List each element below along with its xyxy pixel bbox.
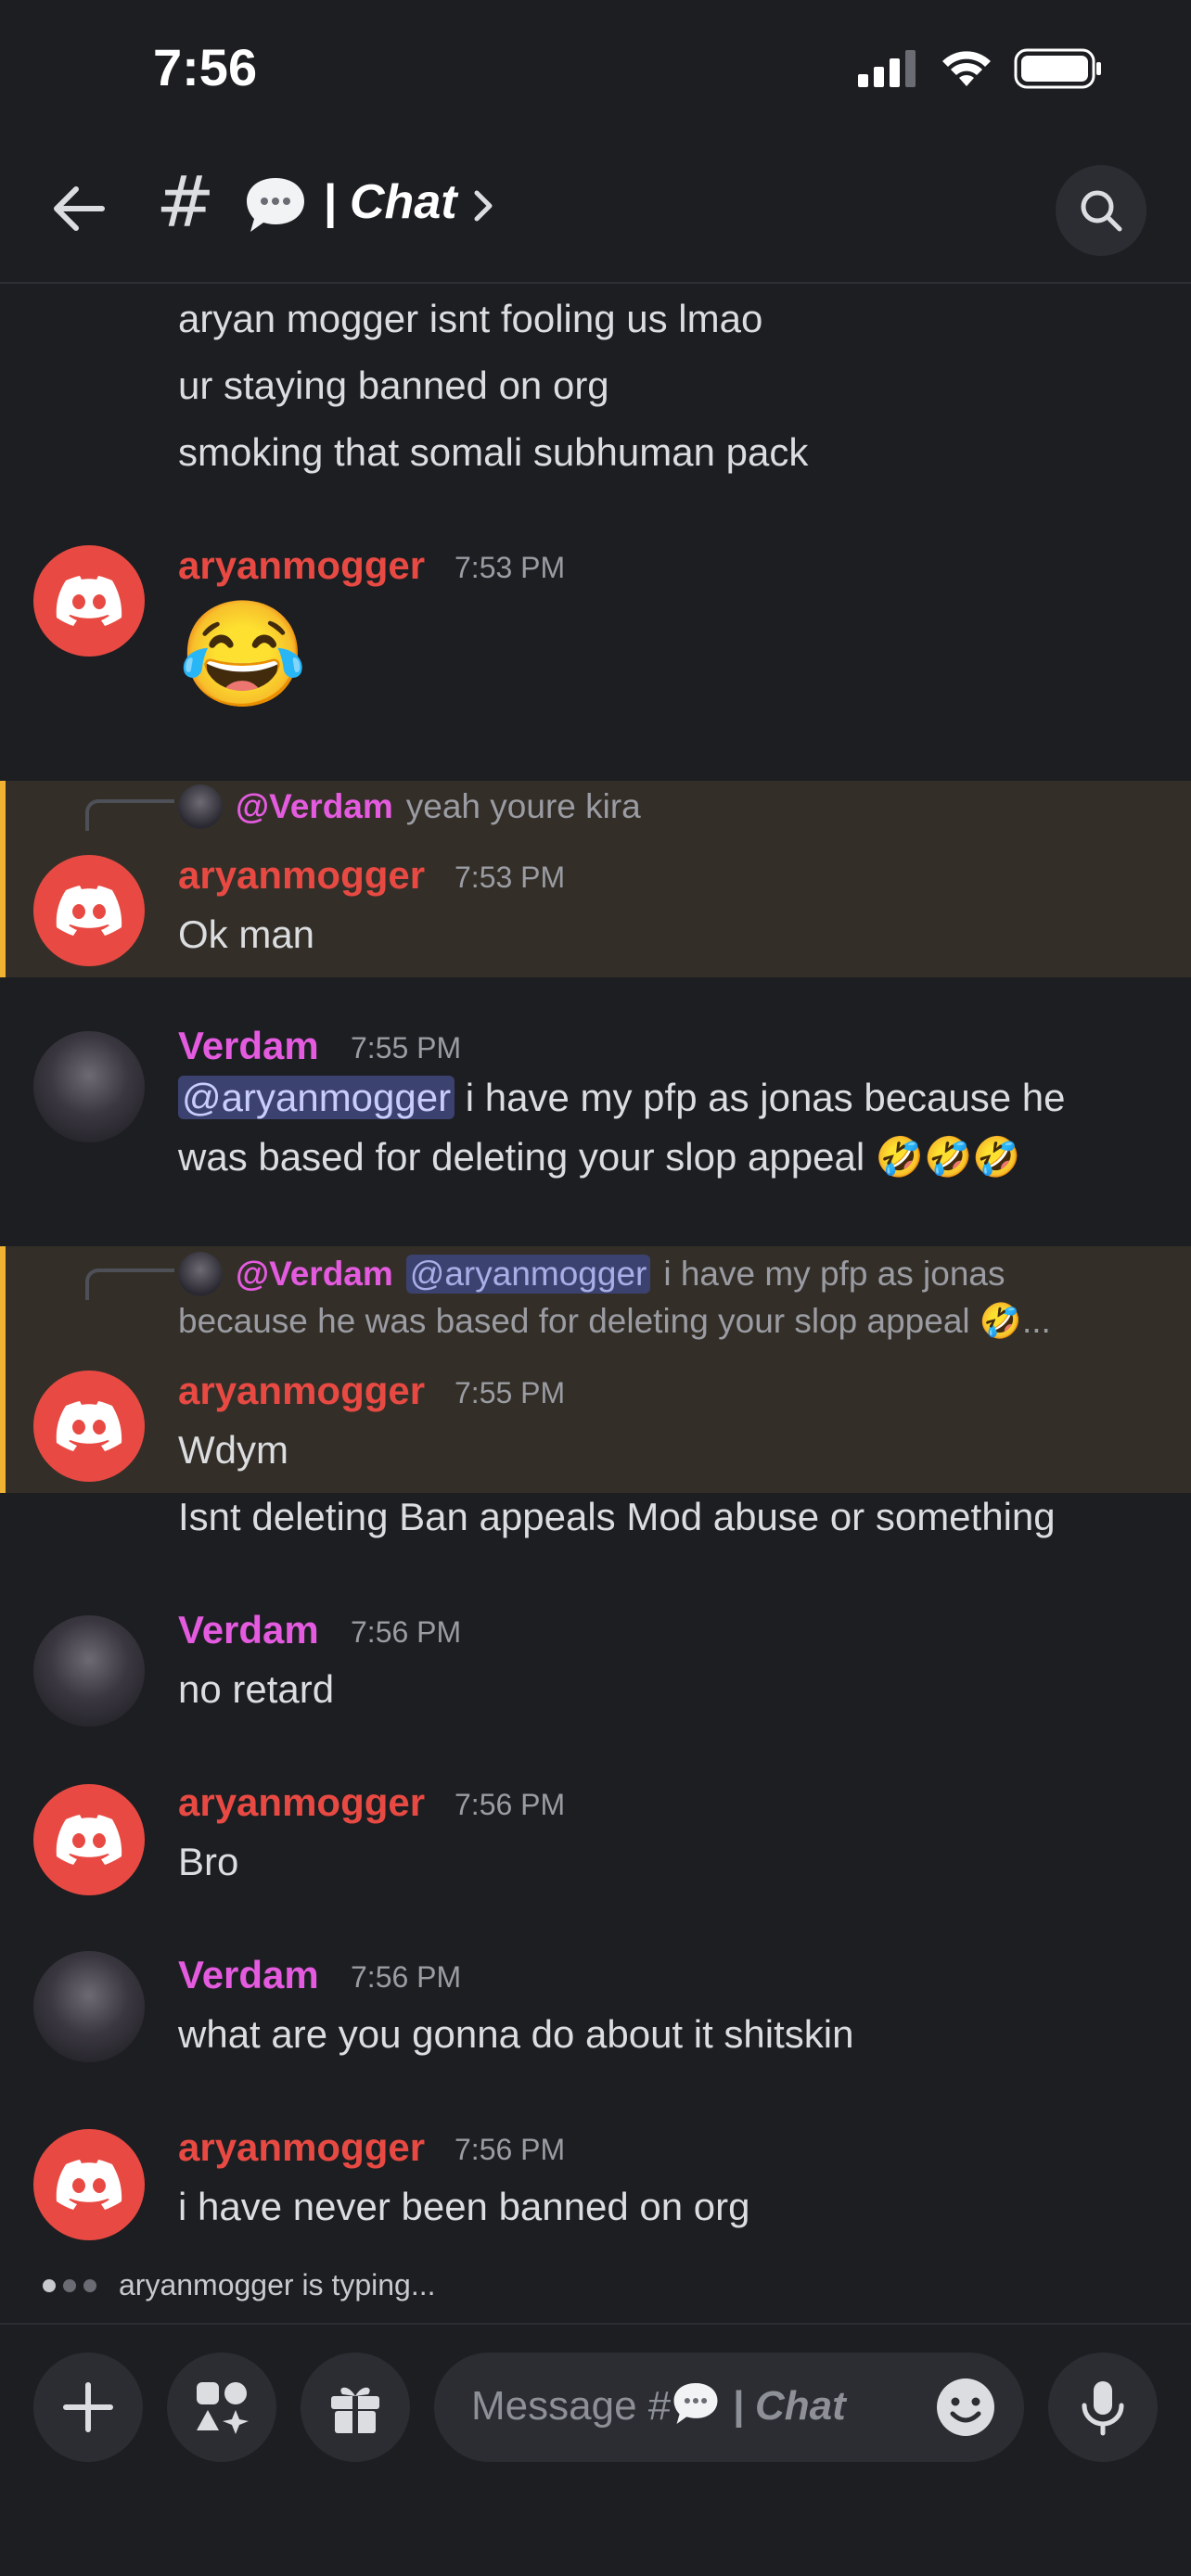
wifi-icon: [942, 51, 991, 86]
message-composer: Message # | Chat: [0, 2323, 1191, 2576]
message-text: Wdym: [178, 1428, 288, 1472]
message-timestamp: 7:56 PM: [455, 2133, 566, 2166]
reply-preview-line2: because he was based for deleting your s…: [178, 1302, 1051, 1340]
status-time: 7:56: [153, 38, 258, 96]
message-author[interactable]: aryanmogger: [178, 1780, 425, 1825]
avatar[interactable]: [33, 2129, 145, 2240]
message-author[interactable]: aryanmogger: [178, 543, 425, 588]
gift-icon: [331, 2387, 379, 2433]
reply-preview[interactable]: @Verdam yeah youre kira: [178, 784, 641, 829]
emoji-message: 😂: [178, 596, 308, 712]
back-arrow-icon: [54, 186, 105, 231]
plus-icon: [63, 2382, 113, 2432]
reply-connector: [85, 1269, 174, 1300]
message-timestamp: 7:55 PM: [351, 1031, 462, 1065]
message-timestamp: 7:56 PM: [351, 1960, 462, 1994]
cellular-signal-icon: [858, 50, 916, 87]
microphone-icon: [1082, 2381, 1124, 2436]
message-text: Bro: [178, 1840, 239, 1883]
message-line: ur staying banned on org: [178, 363, 609, 407]
discord-logo-icon: [56, 1401, 122, 1451]
reply-mention: @aryanmogger: [405, 1255, 651, 1294]
message-text: Isnt deleting Ban appeals Mod abuse or s…: [178, 1495, 1056, 1538]
status-bar: 7:56: [0, 0, 1191, 139]
message-text: @aryanmogger i have my pfp as jonas beca…: [178, 1076, 1066, 1120]
message-author[interactable]: aryanmogger: [178, 853, 425, 898]
message-author[interactable]: Verdam: [178, 1608, 319, 1652]
message-line: aryan mogger isnt fooling us lmao: [178, 297, 763, 340]
discord-logo-icon: [56, 2160, 122, 2210]
placeholder-channel: | Chat: [732, 2383, 846, 2429]
message-text: no retard: [178, 1667, 335, 1711]
message-text: what are you gonna do about it shitskin: [178, 2012, 854, 2056]
channel-name[interactable]: | Chat: [323, 174, 457, 230]
reply-text: i have my pfp as jonas: [663, 1255, 1005, 1293]
reply-connector: [85, 799, 174, 831]
typing-dots-icon: [43, 2278, 96, 2292]
reply-preview[interactable]: @Verdam @aryanmogger i have my pfp as jo…: [178, 1252, 1005, 1296]
reply-avatar: [178, 1252, 223, 1296]
voice-message-button[interactable]: [1048, 2353, 1158, 2462]
emoji-icon[interactable]: [935, 2377, 996, 2438]
message-timestamp: 7:56 PM: [351, 1615, 462, 1649]
discord-logo-icon: [56, 576, 122, 626]
avatar[interactable]: [33, 545, 145, 657]
battery-icon: [1014, 48, 1101, 89]
message-timestamp: 7:56 PM: [455, 1788, 566, 1821]
apps-shapes-icon: [197, 2382, 249, 2434]
message-text-part: i have my pfp as jonas because he: [465, 1076, 1066, 1119]
message-text: Ok man: [178, 912, 315, 956]
add-attachment-button[interactable]: [33, 2353, 143, 2462]
discord-logo-icon: [56, 886, 122, 936]
speech-bubble-icon: [673, 2383, 718, 2424]
message-text: i have never been banned on org: [178, 2185, 750, 2228]
typing-text: aryanmogger is typing...: [119, 2268, 436, 2302]
placeholder-prefix: Message #: [471, 2383, 672, 2429]
avatar[interactable]: [33, 1615, 145, 1727]
discord-logo-icon: [56, 1815, 122, 1865]
typing-indicator: aryanmogger is typing...: [43, 2268, 436, 2302]
avatar[interactable]: [33, 855, 145, 966]
message-author[interactable]: Verdam: [178, 1024, 319, 1068]
message-line: smoking that somali subhuman pack: [178, 430, 809, 474]
chevron-right-icon[interactable]: [471, 187, 495, 224]
reply-author: @Verdam: [236, 787, 393, 825]
apps-button[interactable]: [167, 2353, 276, 2462]
message-input[interactable]: Message # | Chat: [434, 2353, 1024, 2462]
message-author[interactable]: Verdam: [178, 1953, 319, 1997]
user-mention[interactable]: @aryanmogger: [178, 1076, 455, 1119]
avatar[interactable]: [33, 1031, 145, 1142]
search-button[interactable]: [1056, 165, 1146, 256]
back-button[interactable]: [46, 176, 111, 241]
message-author[interactable]: aryanmogger: [178, 2125, 425, 2170]
message-author[interactable]: aryanmogger: [178, 1369, 425, 1413]
message-timestamp: 7:55 PM: [455, 1376, 566, 1409]
search-icon: [1081, 190, 1122, 232]
speech-bubble-icon: [247, 178, 304, 232]
channel-header: # | Chat: [0, 139, 1191, 284]
status-icons: [858, 48, 1103, 89]
reply-text: yeah youre kira: [405, 787, 641, 825]
message-list[interactable]: aryan mogger isnt fooling us lmao ur sta…: [0, 286, 1191, 2316]
reply-avatar: [178, 784, 223, 829]
message-input-placeholder: Message # | Chat: [471, 2380, 846, 2429]
avatar[interactable]: [33, 1784, 145, 1895]
channel-hash-icon: #: [156, 160, 215, 243]
avatar[interactable]: [33, 1951, 145, 2062]
reply-author: @Verdam: [236, 1255, 393, 1293]
avatar[interactable]: [33, 1371, 145, 1482]
message-timestamp: 7:53 PM: [455, 861, 566, 894]
message-timestamp: 7:53 PM: [455, 551, 566, 584]
gift-button[interactable]: [301, 2353, 410, 2462]
message-text: was based for deleting your slop appeal …: [178, 1135, 1021, 1179]
